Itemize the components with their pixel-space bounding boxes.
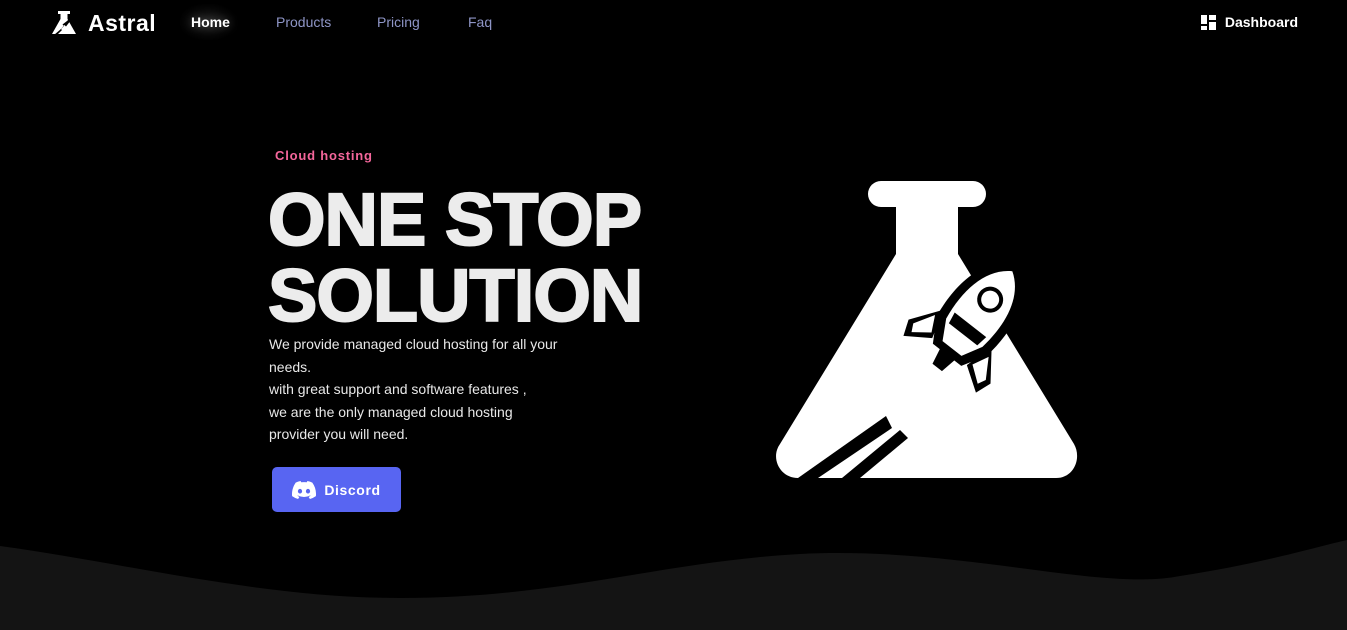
hero-description-line: We provide managed cloud hosting for all… bbox=[269, 336, 558, 352]
navbar: Astral Home Products Pricing Faq Dashboa… bbox=[0, 0, 1347, 46]
hero-description-line: needs. bbox=[269, 358, 312, 375]
discord-button[interactable]: Discord bbox=[272, 467, 401, 512]
hero-description-line: we are the only managed cloud hosting bbox=[269, 403, 513, 420]
hero-eyebrow: Cloud hosting bbox=[275, 148, 373, 163]
flask-rocket-icon bbox=[776, 181, 1078, 478]
discord-icon bbox=[292, 480, 317, 499]
page: Astral Home Products Pricing Faq Dashboa… bbox=[0, 0, 1347, 630]
brand-name: Astral bbox=[88, 9, 157, 36]
nav-item-products[interactable]: Products bbox=[276, 14, 331, 30]
bottom-wave bbox=[0, 540, 1347, 630]
hero-title-line-1: ONE STOP bbox=[267, 178, 643, 261]
brand-link[interactable]: Astral bbox=[50, 8, 156, 38]
dashboard-link[interactable]: Dashboard bbox=[1200, 14, 1298, 30]
nav-item-pricing[interactable]: Pricing bbox=[377, 14, 420, 30]
dashboard-icon bbox=[1200, 14, 1216, 30]
hero-title: ONE STOP SOLUTION bbox=[267, 178, 644, 337]
hero-description-line: with great support and software features… bbox=[269, 381, 527, 397]
hero-description-line: provider you will need. bbox=[269, 426, 409, 442]
hero-description: We provide managed cloud hosting for all… bbox=[269, 333, 599, 446]
nav-item-home[interactable]: Home bbox=[191, 14, 230, 30]
dashboard-label: Dashboard bbox=[1224, 14, 1298, 30]
discord-button-label: Discord bbox=[324, 481, 381, 498]
hero-title-line-2: SOLUTION bbox=[267, 254, 644, 337]
astral-logo-icon bbox=[52, 11, 76, 36]
nav-item-faq[interactable]: Faq bbox=[468, 14, 492, 30]
